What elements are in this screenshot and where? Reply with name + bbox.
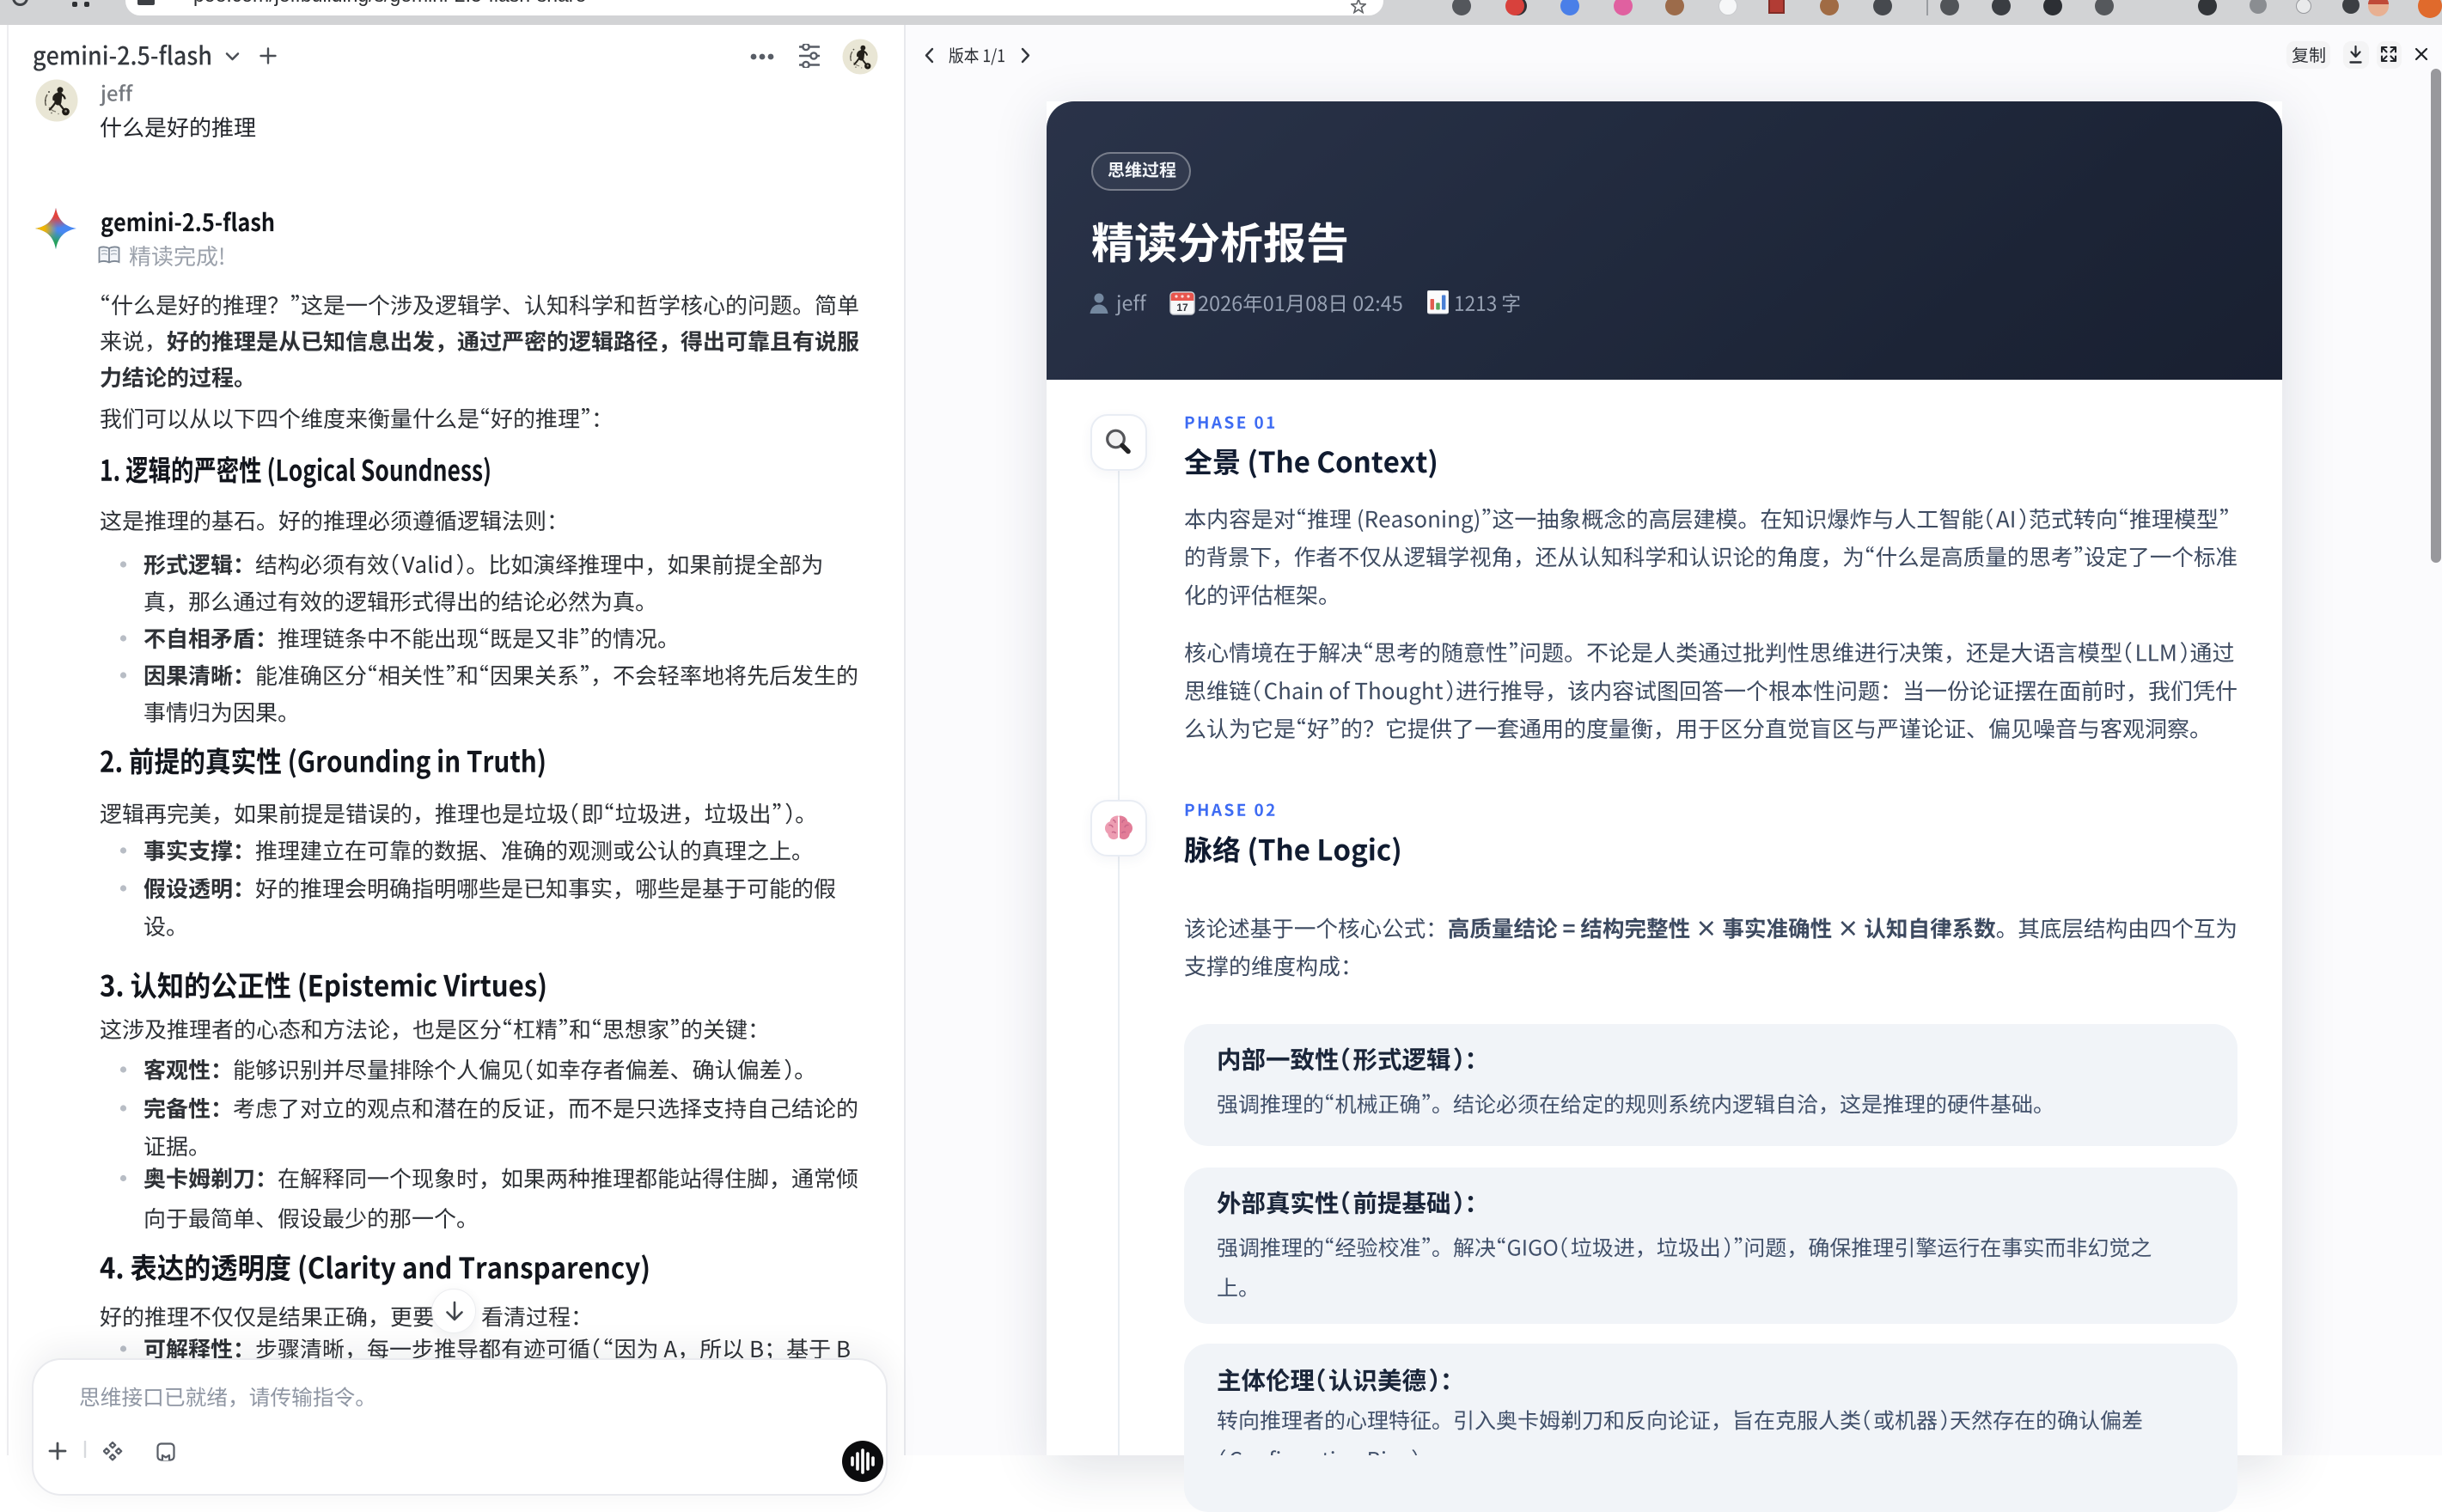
- svg-text:poe.com/jeffbuilding/s/gemini-: poe.com/jeffbuilding/s/gemini-2.5-flash-…: [193, 0, 586, 6]
- svg-text:17: 17: [1176, 302, 1188, 314]
